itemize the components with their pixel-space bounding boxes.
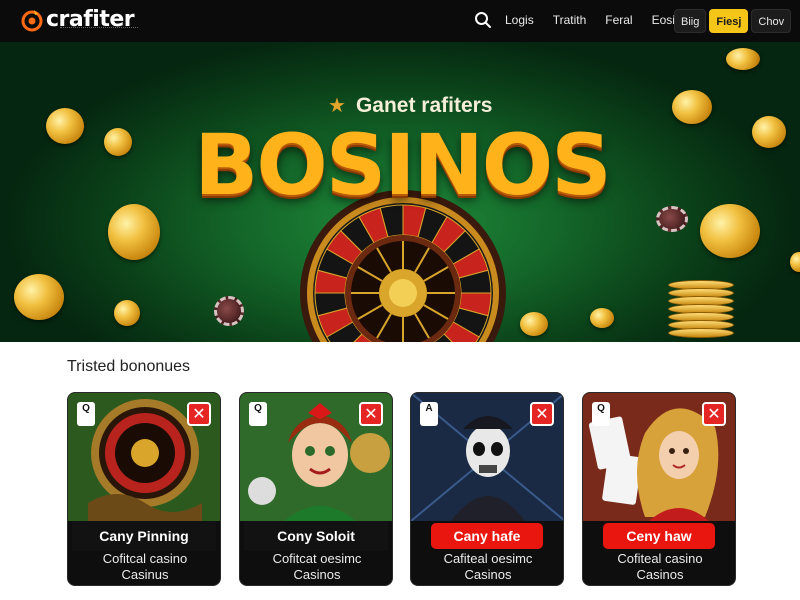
nav-link-tratith[interactable]: Tratith bbox=[553, 12, 587, 28]
header-button-fiesj[interactable]: Fiesj bbox=[709, 9, 749, 33]
card-corner-badge: Q bbox=[77, 402, 95, 426]
card-desc-line: Cofitcat oesimc bbox=[272, 551, 362, 566]
section-title: Tristed bononues bbox=[67, 358, 191, 375]
card-corner-badge: A bbox=[420, 402, 438, 426]
gold-coin bbox=[752, 116, 786, 148]
star-icon: ★ bbox=[328, 95, 346, 117]
top-navbar: crafiter Logis Tratith Feral Eosit Biig … bbox=[0, 0, 800, 42]
poker-chip bbox=[656, 206, 688, 232]
card-desc-line: Casinus bbox=[121, 567, 169, 582]
card-desc-line: Casinos bbox=[293, 567, 341, 582]
gold-coin bbox=[700, 204, 760, 258]
card-desc-line: Casinos bbox=[636, 567, 684, 582]
hero-tagline: ★ Ganet rafiters bbox=[328, 94, 493, 118]
card-desc-line: Cafiteal oesimc bbox=[443, 551, 533, 566]
poker-chip bbox=[214, 296, 244, 326]
gold-coin bbox=[114, 300, 140, 326]
hero-tagline-text: Ganet rafiters bbox=[355, 94, 493, 117]
card-desc-line: Casinos bbox=[464, 567, 512, 582]
coin-stack bbox=[668, 280, 734, 342]
bonus-card-list: Q ✕ Cany Pinning Cofitcal casino Casinus… bbox=[67, 392, 747, 588]
card-corner-badge: Q bbox=[592, 402, 610, 426]
gold-coin bbox=[14, 274, 64, 320]
hero-title: BOSINOS bbox=[194, 116, 611, 214]
hero-banner: ★ Ganet rafiters BOSINOS bbox=[0, 42, 800, 342]
bonus-card[interactable]: Q ✕ Cony Soloit Cofitcat oesimc Casinos bbox=[239, 392, 393, 586]
gold-coin bbox=[672, 90, 712, 124]
nav-link-logis[interactable]: Logis bbox=[505, 12, 534, 28]
bonus-card[interactable]: A ✕ Cany hafe Cafiteal oesimc Casinos bbox=[410, 392, 564, 586]
logo-subline bbox=[60, 27, 138, 31]
card-corner-badge: Q bbox=[249, 402, 267, 426]
gold-coin bbox=[46, 108, 84, 144]
close-icon[interactable]: ✕ bbox=[530, 402, 554, 426]
card-desc-line: Cofitcal casino bbox=[102, 551, 188, 566]
gold-coin bbox=[790, 252, 800, 272]
search-icon[interactable] bbox=[474, 11, 492, 29]
card-description: Cofitcal casino Casinus bbox=[68, 551, 220, 583]
logo-icon bbox=[21, 10, 43, 32]
gold-coin bbox=[520, 312, 548, 336]
main-nav: Logis Tratith Feral Eosit bbox=[505, 12, 697, 28]
header-buttons: Biig Fiesj Chov bbox=[674, 9, 794, 33]
gold-coin bbox=[104, 128, 132, 156]
close-icon[interactable]: ✕ bbox=[702, 402, 726, 426]
bonus-card[interactable]: Q ✕ Ceny haw Cofiteal casino Casinos bbox=[582, 392, 736, 586]
gold-coin bbox=[590, 308, 614, 328]
header-button-chov[interactable]: Chov bbox=[751, 9, 792, 33]
card-desc-line: Cofiteal casino bbox=[617, 551, 703, 566]
nav-link-feral[interactable]: Feral bbox=[605, 12, 632, 28]
card-cta-button[interactable]: Cany Pinning bbox=[72, 521, 216, 551]
card-cta-button[interactable]: Cony Soloit bbox=[244, 521, 388, 551]
close-icon[interactable]: ✕ bbox=[359, 402, 383, 426]
bonus-card[interactable]: Q ✕ Cany Pinning Cofitcal casino Casinus bbox=[67, 392, 221, 586]
gold-coin bbox=[726, 48, 760, 70]
header-button-biig[interactable]: Biig bbox=[674, 9, 707, 33]
card-description: Cafiteal oesimc Casinos bbox=[411, 551, 563, 583]
card-description: Cofiteal casino Casinos bbox=[583, 551, 735, 583]
card-description: Cofitcat oesimc Casinos bbox=[240, 551, 392, 583]
gold-coin bbox=[108, 204, 160, 260]
card-cta-button[interactable]: Ceny haw bbox=[603, 523, 715, 549]
card-cta-button[interactable]: Cany hafe bbox=[431, 523, 543, 549]
close-icon[interactable]: ✕ bbox=[187, 402, 211, 426]
